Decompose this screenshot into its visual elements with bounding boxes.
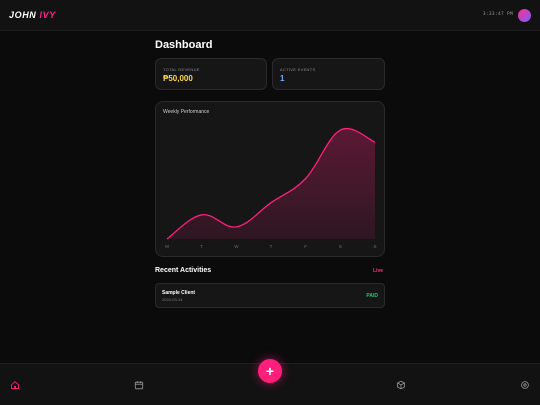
stat-value: 1 xyxy=(280,74,285,83)
brand-first: JOHN xyxy=(9,10,37,20)
recent-activities-title: Recent Activities xyxy=(155,267,212,274)
activity-item[interactable]: Sample Client 2024-03-14 PAID xyxy=(155,283,385,308)
home-icon[interactable] xyxy=(10,380,20,390)
stat-label: ACTIVE EVENTS xyxy=(280,67,316,72)
page-title: Dashboard xyxy=(155,39,213,51)
settings-icon[interactable] xyxy=(520,380,530,390)
clock-text: 3:33:47 PM xyxy=(482,12,513,17)
x-tick-label: W xyxy=(234,244,239,249)
live-badge: Live xyxy=(373,268,384,274)
x-tick-label: S xyxy=(373,244,376,249)
activity-client-name: Sample Client xyxy=(162,290,196,296)
box-icon[interactable] xyxy=(396,380,406,390)
activity-status: PAID xyxy=(366,293,378,299)
weekly-performance-card: M T W T F S S Weekly Performance xyxy=(155,101,385,257)
x-tick-label: T xyxy=(200,244,203,249)
x-tick-label: M xyxy=(165,244,169,249)
stat-card-revenue[interactable]: TOTAL REVENUE ₱50,000 xyxy=(155,58,267,90)
add-button[interactable]: + xyxy=(258,359,282,383)
stat-card-events[interactable]: ACTIVE EVENTS 1 xyxy=(272,58,385,90)
x-tick-label: T xyxy=(270,244,273,249)
stat-label: TOTAL REVENUE xyxy=(163,67,200,72)
brand-logo[interactable]: JOHN IVY xyxy=(9,10,56,20)
calendar-icon[interactable] xyxy=(134,380,144,390)
activity-date: 2024-03-14 xyxy=(162,297,183,302)
brand-second: IVY xyxy=(39,10,56,20)
chart-title: Weekly Performance xyxy=(163,109,210,115)
chart-area-fill xyxy=(167,128,375,239)
x-tick-label: F xyxy=(304,244,307,249)
x-tick-label: S xyxy=(339,244,342,249)
top-bar: JOHN IVY 3:33:47 PM xyxy=(0,0,540,31)
avatar[interactable] xyxy=(518,9,531,22)
app-root: JOHN IVY 3:33:47 PM Dashboard TOTAL REVE… xyxy=(0,0,540,405)
weekly-performance-chart: MTWTFSS xyxy=(165,128,377,249)
stat-value: ₱50,000 xyxy=(163,74,193,83)
